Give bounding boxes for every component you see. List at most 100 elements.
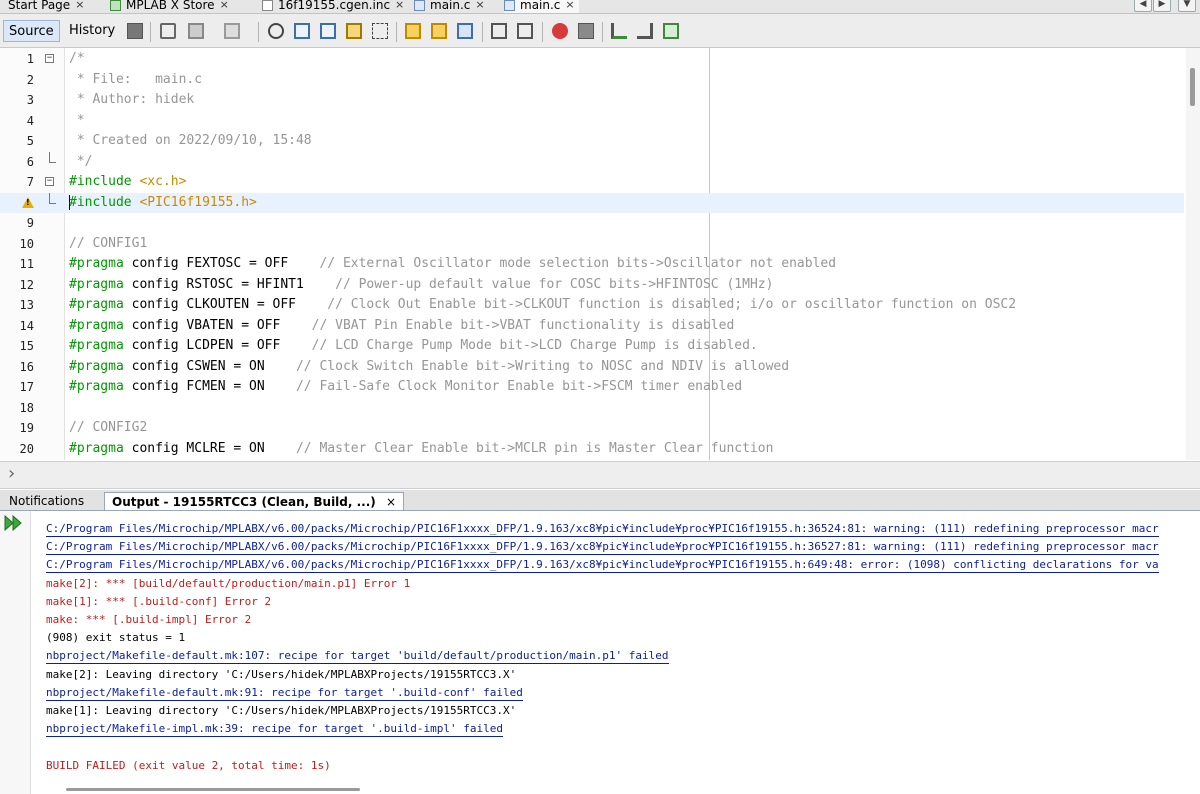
find-icon[interactable] (268, 23, 284, 39)
code-line[interactable]: 5 * Created on 2022/09/10, 15:48 (0, 131, 1184, 152)
code-line[interactable]: 12 #pragma config RSTOSC = HFINT1 // Pow… (0, 275, 1184, 296)
comment-icon[interactable] (611, 23, 627, 39)
c-file-icon (414, 0, 425, 11)
tab-start-page[interactable]: Start Page × (8, 0, 84, 13)
output-side-toolbar (0, 511, 31, 794)
find-previous-icon[interactable] (294, 23, 310, 39)
tab-label: main.c (520, 0, 561, 12)
code-comment: // Master Clear Enable bit->MCLR pin is … (295, 440, 774, 456)
output-text: C:/Program Files/Microchip/MPLABX/v6.00/… (46, 522, 1159, 537)
last-edit-icon[interactable] (127, 23, 143, 39)
code-text: */ (69, 153, 93, 169)
forward-icon[interactable] (188, 23, 204, 39)
code-line[interactable]: 9 (0, 213, 1184, 234)
shift-left-icon[interactable] (491, 23, 507, 39)
output-hyperlink-line[interactable]: C:/Program Files/Microchip/MPLABX/v6.00/… (46, 538, 1159, 556)
shift-right-icon[interactable] (517, 23, 533, 39)
code-editor[interactable]: 1 − /* 2 * File: main.c 3 * Author: hide… (0, 48, 1200, 460)
preprocessor-directive: #pragma (69, 440, 124, 456)
toolbar-separator (150, 22, 151, 42)
code-line[interactable]: 13 #pragma config CLKOUTEN = OFF // Cloc… (0, 295, 1184, 316)
code-line[interactable]: 15 #pragma config LCDPEN = OFF // LCD Ch… (0, 336, 1184, 357)
code-line[interactable]: 17 #pragma config FCMEN = ON // Fail-Saf… (0, 377, 1184, 398)
scroll-tabs-left-icon[interactable]: ◀ (1134, 0, 1152, 12)
code-line[interactable]: 16 #pragma config CSWEN = ON // Clock Sw… (0, 357, 1184, 378)
output-hyperlink-line[interactable]: nbproject/Makefile-default.mk:91: recipe… (46, 684, 523, 702)
close-icon[interactable]: × (395, 0, 404, 13)
output-panel[interactable]: C:/Program Files/Microchip/MPLABX/v6.00/… (0, 511, 1200, 794)
output-hyperlink-line[interactable]: nbproject/Makefile-impl.mk:39: recipe fo… (46, 720, 503, 738)
scroll-tabs-right-icon[interactable]: ▶ (1153, 0, 1171, 12)
line-number: 12 (19, 277, 34, 292)
code-line-current[interactable]: ! #include <PIC16f19155.h> (0, 192, 1184, 214)
code-line[interactable]: 2 * File: main.c (0, 70, 1184, 91)
fold-collapse-icon[interactable]: − (45, 177, 54, 186)
warning-icon[interactable]: ! (22, 196, 34, 208)
toggle-rectangular-selection-icon[interactable] (372, 23, 388, 39)
close-icon[interactable]: × (565, 0, 574, 13)
line-number: 5 (26, 134, 34, 148)
tab-main-c-2[interactable]: main.c × (504, 0, 579, 13)
start-macro-recording-icon[interactable] (552, 23, 568, 39)
toggle-bookmark-icon[interactable] (457, 23, 473, 39)
tab-mplab-x-store[interactable]: MPLAB X Store × (110, 0, 229, 13)
history-button[interactable]: History (64, 20, 120, 42)
fold-end-marker (49, 151, 56, 163)
code-line[interactable]: 19 // CONFIG2 (0, 418, 1184, 439)
code-line[interactable]: 4 * (0, 111, 1184, 132)
output-line: make[2]: Leaving directory 'C:/Users/hid… (46, 666, 516, 684)
find-next-icon[interactable] (320, 23, 336, 39)
tab-output-build[interactable]: Output - 19155RTCC3 (Clean, Build, ...) … (104, 492, 405, 510)
line-number: 11 (19, 257, 34, 271)
close-icon[interactable]: × (386, 495, 396, 509)
back-icon[interactable] (160, 23, 176, 39)
chevron-right-icon[interactable]: › (8, 463, 15, 484)
forward-history-icon[interactable] (224, 23, 240, 39)
close-icon[interactable]: × (75, 0, 84, 13)
code-text: #pragma config MCLRE = ON // Master Clea… (69, 439, 773, 460)
previous-bookmark-icon[interactable] (405, 23, 421, 39)
tab-notifications[interactable]: Notifications (2, 492, 91, 510)
fold-collapse-icon[interactable]: − (45, 54, 54, 63)
next-bookmark-icon[interactable] (431, 23, 447, 39)
tab-main-c-1[interactable]: main.c × (414, 0, 485, 13)
code-line[interactable]: 1 − /* (0, 49, 1184, 70)
output-text: (908) exit status = 1 (46, 631, 186, 645)
code-comment: // Clock Switch Enable bit->Writing to N… (295, 358, 790, 374)
editor-vertical-scrollbar[interactable] (1186, 48, 1200, 460)
tab-list-dropdown-icon[interactable]: ▼ (1178, 0, 1196, 12)
output-hyperlink-line[interactable]: nbproject/Makefile-default.mk:107: recip… (46, 647, 669, 665)
line-number: 14 (19, 318, 34, 333)
code-line[interactable]: 18 (0, 398, 1184, 419)
format-icon[interactable] (663, 23, 679, 39)
output-hyperlink-line[interactable]: C:/Program Files/Microchip/MPLABX/v6.00/… (46, 520, 1159, 538)
line-number: 2 (26, 72, 34, 87)
pragma-setting: config MCLRE = ON (123, 440, 296, 456)
code-line[interactable]: 10 // CONFIG1 (0, 234, 1184, 255)
line-number: 15 (19, 339, 34, 353)
code-text: #pragma config CSWEN = ON // Clock Switc… (69, 357, 789, 378)
code-line[interactable]: 3 * Author: hidek (0, 90, 1184, 111)
code-line[interactable]: 20 #pragma config MCLRE = ON // Master C… (0, 439, 1184, 460)
line-number: 6 (26, 154, 34, 169)
output-hyperlink-line[interactable]: C:/Program Files/Microchip/MPLABX/v6.00/… (46, 556, 1159, 574)
output-text: make[1]: *** [.build-conf] Error 2 (46, 594, 272, 608)
toggle-highlight-icon[interactable] (346, 23, 362, 39)
output-horizontal-scrollbar-thumb[interactable] (66, 788, 360, 791)
line-number: 1 (26, 52, 34, 66)
tab-16f19155-cgen-inc[interactable]: 16f19155.cgen.inc × (262, 0, 404, 13)
scrollbar-thumb[interactable] (1190, 68, 1195, 106)
stop-macro-recording-icon[interactable] (578, 23, 594, 39)
pragma-setting: config FCMEN = ON (123, 379, 296, 394)
code-line[interactable]: 11 #pragma config FEXTOSC = OFF // Exter… (0, 254, 1184, 275)
code-line[interactable]: 7 − #include <xc.h> (0, 172, 1184, 193)
output-text: nbproject/Makefile-impl.mk:39: recipe fo… (46, 722, 503, 738)
code-line[interactable]: 14 #pragma config VBATEN = OFF // VBAT P… (0, 316, 1184, 337)
rerun-icon[interactable] (4, 515, 24, 531)
source-button[interactable]: Source (3, 20, 60, 42)
close-icon[interactable]: × (475, 0, 484, 13)
code-text: #include <PIC16f19155.h> (69, 193, 257, 214)
uncomment-icon[interactable] (637, 23, 653, 39)
close-icon[interactable]: × (220, 0, 229, 13)
code-line[interactable]: 6 */ (0, 151, 1184, 173)
